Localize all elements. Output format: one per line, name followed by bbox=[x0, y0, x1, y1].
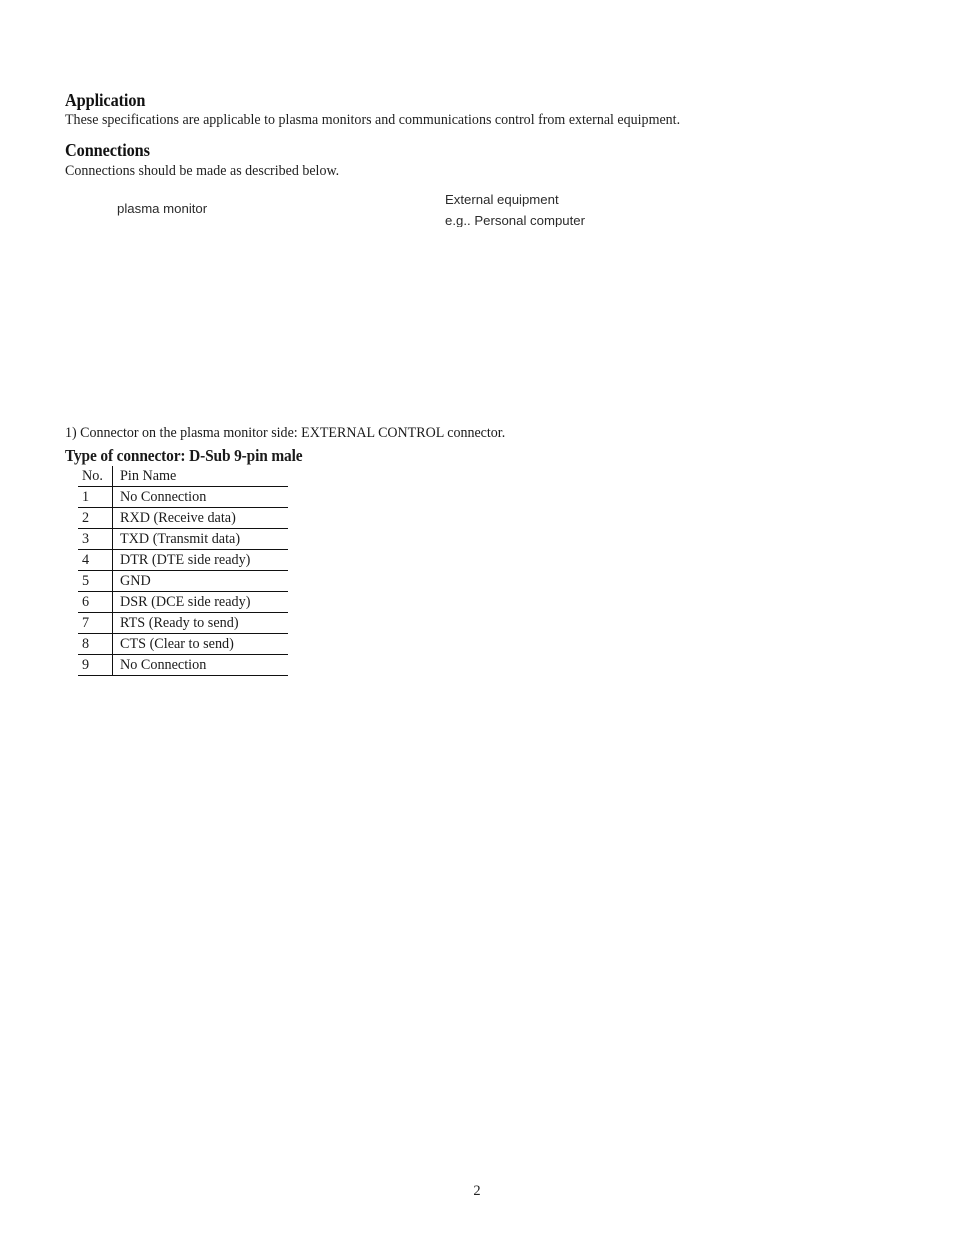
paragraph-connections: Connections should be made as described … bbox=[65, 163, 340, 179]
table-row: 6 DSR (DCE side ready) bbox=[78, 591, 288, 613]
pin-name: RXD (Receive data) bbox=[112, 507, 288, 529]
table-header-row: No. Pin Name bbox=[78, 466, 288, 487]
pin-name: CTS (Clear to send) bbox=[112, 633, 288, 655]
table-row: 5 GND bbox=[78, 570, 288, 592]
heading-connections: Connections bbox=[65, 140, 150, 160]
table-row: 7 RTS (Ready to send) bbox=[78, 612, 288, 634]
pin-table-body: No. Pin Name 1 No Connection 2 RXD (Rece… bbox=[78, 466, 288, 676]
pin-name: DSR (DCE side ready) bbox=[112, 591, 288, 613]
table-row: 1 No Connection bbox=[78, 486, 288, 508]
connector-note: 1) Connector on the plasma monitor side:… bbox=[65, 425, 506, 441]
table-header-no: No. bbox=[78, 466, 113, 487]
pin-number: 7 bbox=[78, 612, 113, 634]
diagram-label-external-equipment: External equipment bbox=[445, 192, 559, 207]
pin-name: DTR (DTE side ready) bbox=[112, 549, 288, 571]
pin-number: 2 bbox=[78, 507, 113, 529]
table-row: 2 RXD (Receive data) bbox=[78, 507, 288, 529]
pin-number: 5 bbox=[78, 570, 113, 592]
diagram-label-plasma-monitor: plasma monitor bbox=[117, 201, 208, 216]
pin-name: TXD (Transmit data) bbox=[112, 528, 288, 550]
pin-name: RTS (Ready to send) bbox=[112, 612, 288, 634]
pin-number: 4 bbox=[78, 549, 113, 571]
pin-number: 8 bbox=[78, 633, 113, 655]
pin-assignment-table: No. Pin Name 1 No Connection 2 RXD (Rece… bbox=[78, 466, 288, 676]
pin-name: No Connection bbox=[112, 486, 288, 508]
heading-application: Application bbox=[65, 90, 146, 110]
pin-name: No Connection bbox=[112, 654, 288, 676]
table-header-pin-name: Pin Name bbox=[112, 466, 288, 487]
connection-diagram: plasma monitor External equipment e.g.. … bbox=[64, 186, 890, 424]
pin-number: 6 bbox=[78, 591, 113, 613]
pin-number: 3 bbox=[78, 528, 113, 550]
document-page: Application These specifications are app… bbox=[0, 0, 954, 1235]
pin-number: 1 bbox=[78, 486, 113, 508]
connector-type-subheading: Type of connector: D-Sub 9-pin male bbox=[65, 446, 303, 465]
paragraph-application: These specifications are applicable to p… bbox=[65, 112, 681, 128]
table-row: 4 DTR (DTE side ready) bbox=[78, 549, 288, 571]
pin-number: 9 bbox=[78, 654, 113, 676]
table-row: 3 TXD (Transmit data) bbox=[78, 528, 288, 550]
table-row: 8 CTS (Clear to send) bbox=[78, 633, 288, 655]
page-number: 2 bbox=[473, 1183, 481, 1199]
pin-name: GND bbox=[112, 570, 288, 592]
table-row: 9 No Connection bbox=[78, 654, 288, 676]
diagram-label-personal-computer: e.g.. Personal computer bbox=[445, 213, 586, 227]
